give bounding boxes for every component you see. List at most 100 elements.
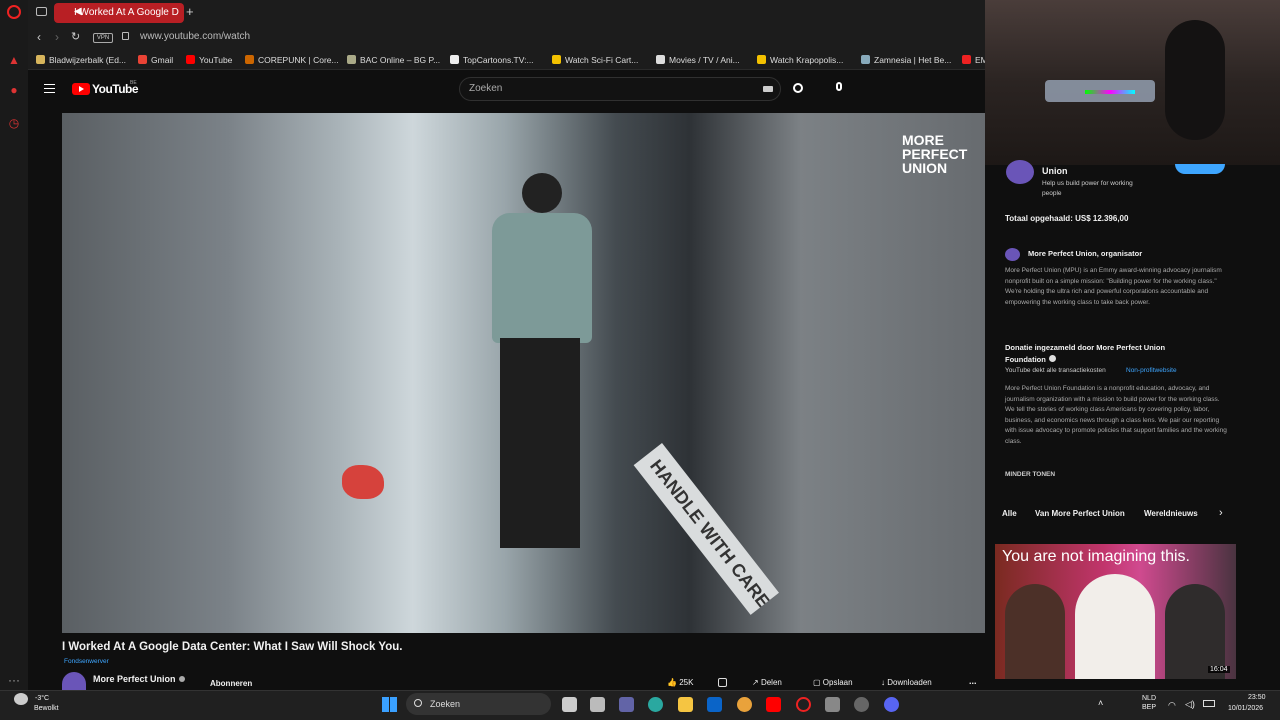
lang-sub: BEP (1142, 704, 1157, 711)
calculator-icon[interactable] (825, 697, 840, 712)
clock-time[interactable]: 23:50 (1248, 694, 1266, 701)
total-raised: Totaal opgehaald: US$ 12.396,00 (1005, 214, 1129, 223)
chip-world-news[interactable]: Wereldnieuws (1144, 509, 1198, 518)
donation-subtext: YouTube dekt alle transactiekosten (1005, 367, 1106, 374)
bookmark-gmail[interactable]: Gmail (138, 55, 173, 65)
history-icon[interactable]: ◷ (6, 115, 22, 131)
mic-icon[interactable] (836, 82, 842, 91)
country-code: BE (130, 80, 137, 86)
download-button[interactable]: ↓ Downloaden (881, 678, 932, 687)
subscribe-button[interactable]: Abonneren (210, 679, 252, 688)
tray-chevron-icon[interactable]: ˄ (1098, 698, 1103, 708)
fundraiser-label[interactable]: Fondsenwerver (64, 658, 109, 665)
teams-icon[interactable] (619, 697, 634, 712)
speaker-icon[interactable]: ◀ (74, 6, 82, 17)
video-title: I Worked At A Google Data Center: What I… (62, 641, 403, 653)
bookmark-krapopolis[interactable]: Watch Krapopolis... (757, 55, 843, 65)
bookmark-scifi[interactable]: Watch Sci-Fi Cart... (552, 55, 638, 65)
search-placeholder: Zoeken (469, 83, 503, 94)
donation-heading: Donatie ingezameld door More Perfect Uni… (1005, 343, 1166, 364)
bookmark-zamnesia[interactable]: Zamnesia | Het Be... (861, 55, 951, 65)
foundation-description: More Perfect Union Foundation is a nonpr… (1005, 385, 1227, 445)
bookmark-folder[interactable]: Bladwijzerbalk (Ed... (36, 55, 126, 65)
taskbar-search[interactable] (406, 693, 551, 715)
discord-icon[interactable] (884, 697, 899, 712)
duration-badge: 16:04 (1208, 666, 1230, 673)
share-button[interactable]: ↗ Delen (752, 678, 782, 687)
nonprofit-website-link[interactable]: Non-profitwebsite (1126, 366, 1177, 377)
save-button[interactable]: ▢ Opslaan (813, 678, 853, 687)
windows-start-icon[interactable] (382, 697, 397, 712)
opera-sidebar (0, 0, 28, 690)
video-brand-overlay: MORE PERFECT UNION (902, 132, 968, 176)
store-icon[interactable] (590, 697, 605, 712)
menu-icon[interactable] (44, 84, 55, 93)
lock-icon (122, 32, 129, 40)
youtube-taskbar-icon[interactable] (766, 697, 781, 712)
wifi-icon[interactable]: ◠ (1168, 700, 1176, 711)
handle-with-care-sign: HANDLE WITH CARE (633, 443, 779, 615)
worker-figure (472, 173, 602, 573)
org-name: Union (1042, 166, 1068, 176)
more-actions-button[interactable]: ... (969, 676, 977, 686)
video-player[interactable]: HANDLE WITH CARE MORE PERFECT UNION (62, 113, 985, 633)
search-icon[interactable] (793, 83, 803, 93)
channel-avatar[interactable] (62, 672, 86, 690)
keyboard-icon[interactable] (763, 86, 773, 92)
chip-from-channel[interactable]: Van More Perfect Union (1035, 509, 1125, 518)
vpn-badge[interactable]: VPN (93, 33, 113, 43)
opera-taskbar-icon[interactable] (796, 697, 811, 712)
opera-logo-icon[interactable] (7, 5, 21, 19)
download-label: Downloaden (887, 678, 932, 687)
steam-icon[interactable] (854, 697, 869, 712)
weather-temp: -3°C (35, 695, 50, 702)
windows-taskbar (0, 690, 1280, 720)
task-view-icon[interactable] (562, 697, 577, 712)
sidebar-more-icon[interactable]: ··· (6, 672, 22, 688)
bookmark-bac[interactable]: BAC Online – BG P... (347, 55, 440, 65)
bookmark-movies[interactable]: Movies / TV / Ani... (656, 55, 740, 65)
tab-overview-icon[interactable] (36, 7, 47, 16)
url-field[interactable]: www.youtube.com/watch (140, 31, 250, 42)
outlook-icon[interactable] (707, 697, 722, 712)
reload-button[interactable]: ↻ (71, 30, 80, 43)
file-explorer-icon[interactable] (678, 697, 693, 712)
bookmark-youtube[interactable]: YouTube (186, 55, 232, 65)
channel-name[interactable]: More Perfect Union (93, 674, 176, 684)
organizer-avatar (1005, 248, 1020, 261)
bookmark-topcartoons[interactable]: TopCartoons.TV:... (450, 55, 534, 65)
red-bag (342, 465, 384, 499)
chip-all[interactable]: Alle (1002, 509, 1017, 518)
bookmark-em[interactable]: EM (962, 55, 988, 65)
lang-code: NLD (1142, 695, 1157, 702)
youtube-logo-icon[interactable] (72, 83, 90, 95)
back-button[interactable]: ‹ (37, 30, 41, 44)
like-count: 25K (679, 678, 694, 687)
dislike-button[interactable] (718, 678, 727, 687)
chevron-right-icon[interactable]: › (1219, 507, 1223, 519)
bookmark-corepunk[interactable]: COREPUNK | Core... (245, 55, 339, 65)
chrome-icon[interactable] (737, 697, 752, 712)
volume-icon[interactable]: ◁) (1185, 699, 1195, 710)
save-label: Opslaan (822, 678, 853, 687)
weather-desc: Bewolkt (34, 705, 59, 712)
search-input[interactable] (459, 77, 781, 101)
aria-icon[interactable]: ▲ (6, 52, 22, 68)
thumbnail-text: You are not imagining this. (1002, 548, 1190, 565)
forward-button[interactable]: › (55, 30, 59, 44)
org-tagline: Help us build power for working people (1042, 180, 1133, 197)
new-tab-button[interactable]: + (186, 4, 194, 19)
like-button[interactable]: 👍 25K (667, 678, 693, 687)
youtube-sidebar-icon[interactable]: ● (6, 82, 22, 98)
edge-icon[interactable] (648, 697, 663, 712)
search-icon (414, 699, 422, 707)
clock-date[interactable]: 10/01/2026 (1228, 705, 1263, 712)
lang-indicator[interactable]: NLD BEP (1142, 694, 1156, 712)
org-avatar[interactable] (1006, 160, 1034, 184)
donate-button[interactable] (1175, 164, 1225, 174)
recommended-thumbnail[interactable]: You are not imagining this. 16:04 (995, 544, 1236, 679)
tab-title: I Worked At A Google D (74, 7, 179, 18)
weather-icon[interactable] (14, 693, 28, 705)
show-less-button[interactable]: MINDER TONEN (1005, 470, 1055, 481)
battery-icon[interactable] (1203, 700, 1215, 707)
